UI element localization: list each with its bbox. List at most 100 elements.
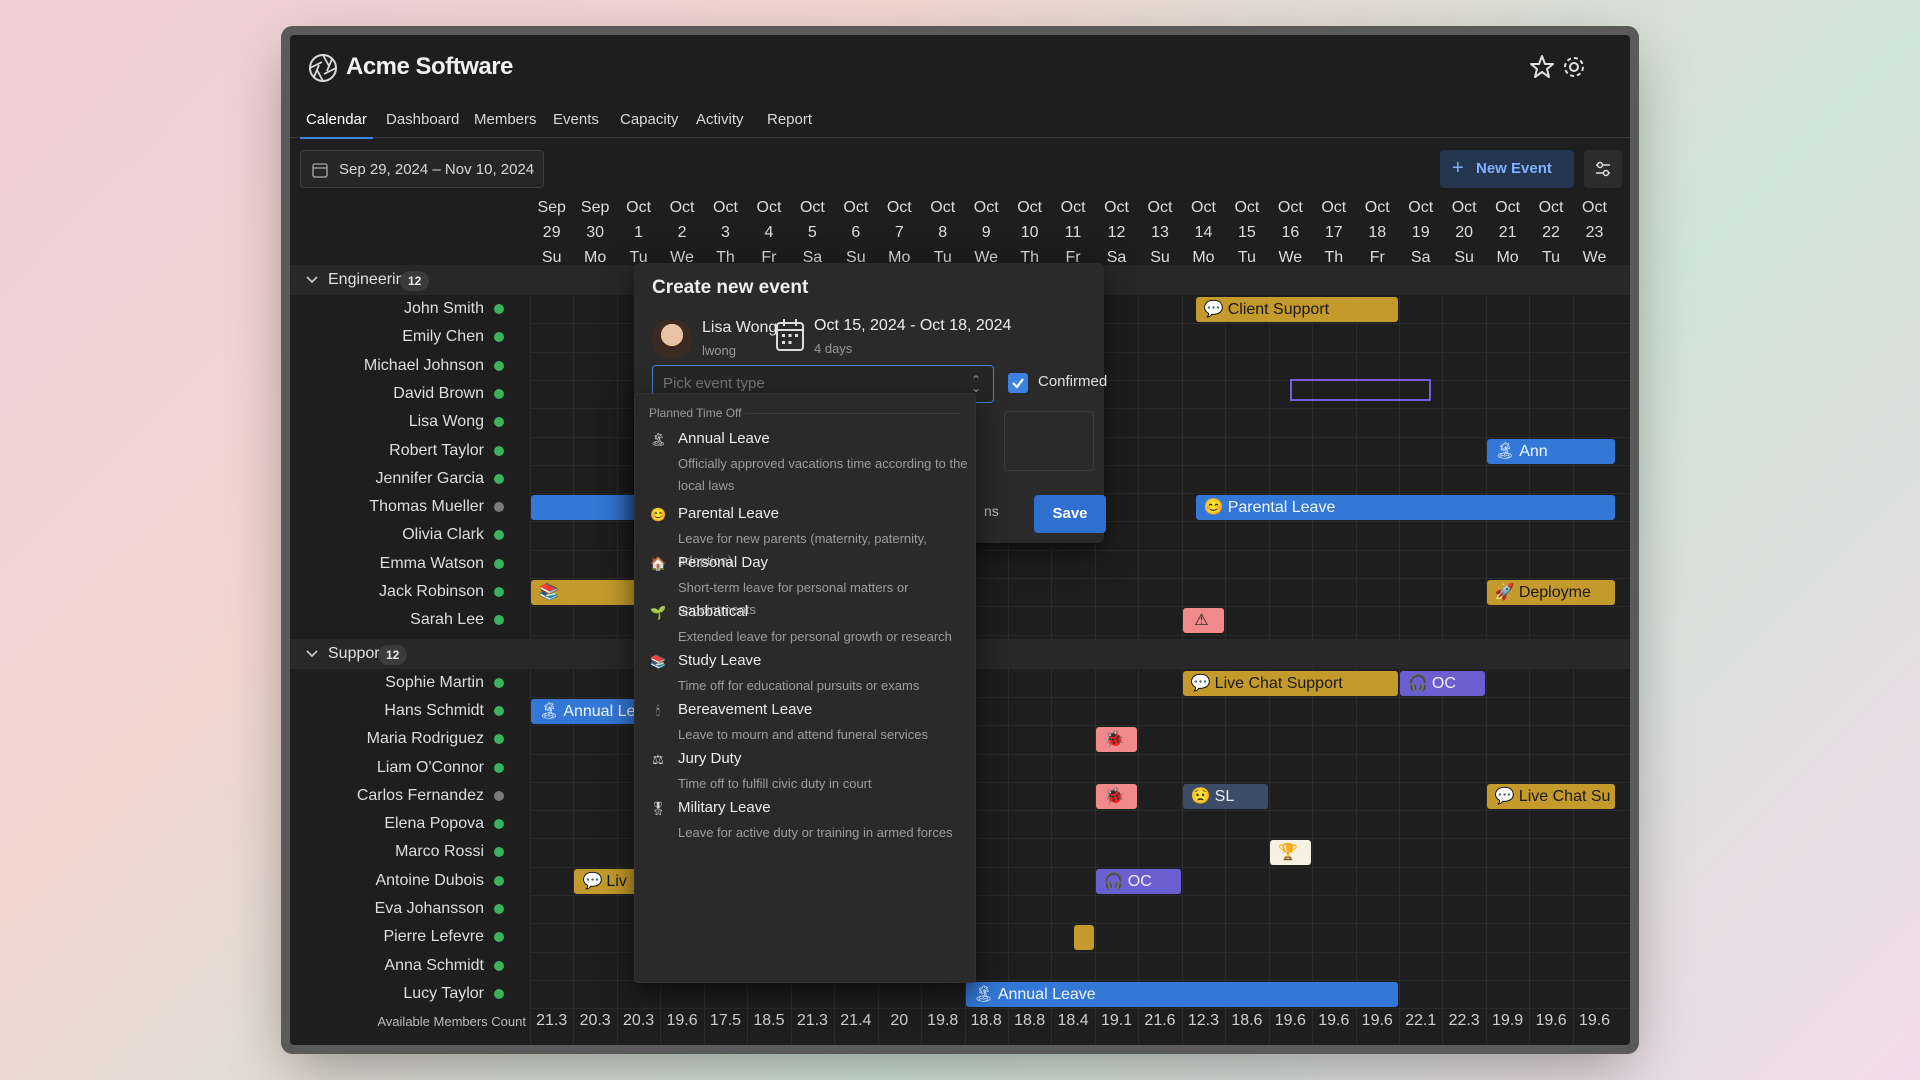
event-bar[interactable]: 🏝 Annual Leave: [965, 981, 1398, 1007]
member-row: Jennifer Garcia: [290, 465, 510, 493]
day-header-date: 13: [1151, 224, 1169, 241]
event-bar[interactable]: 🚀 Deployme: [1486, 580, 1616, 605]
option-study-leave[interactable]: 📚 Study Leave Time off for educational pur…: [635, 652, 975, 697]
option-annual-leave[interactable]: 🏝 Annual Leave Officially approved vacatio…: [635, 430, 975, 500]
option-icon: 🌱: [650, 605, 667, 620]
chevron-down-icon[interactable]: [305, 647, 319, 661]
event-bar[interactable]: 💬 Client Support: [1195, 297, 1398, 322]
member-row: Marco Rossi: [290, 838, 510, 866]
day-header-date: 11: [1064, 224, 1082, 241]
event-bar[interactable]: ⚠: [1182, 608, 1225, 634]
user-handle: lwong: [702, 343, 736, 358]
status-dot: [494, 875, 504, 886]
day-header: Oct 15 Tu: [1225, 195, 1268, 266]
option-military-leave[interactable]: 🎖 Military Leave Leave for active duty or …: [635, 799, 975, 844]
confirmed-checkbox[interactable]: [1008, 373, 1028, 393]
avatar: [652, 319, 692, 359]
event-bar[interactable]: [531, 495, 638, 521]
status-dot: [494, 819, 504, 830]
member-row: Eva Johansson: [290, 895, 510, 923]
save-button[interactable]: Save: [1034, 495, 1106, 533]
star-icon[interactable]: [1528, 53, 1556, 81]
status-dot: [494, 587, 504, 597]
option-jury-duty[interactable]: ⚖ Jury Duty Time off to fulfill civic duty…: [635, 750, 975, 795]
member-name: Olivia Clark: [402, 526, 484, 544]
option-title: Study Leave: [678, 652, 762, 669]
available-count-cell: 18.6: [1231, 1012, 1263, 1030]
tab-dashboard[interactable]: Dashboard: [386, 111, 459, 128]
day-header: Oct 7 Mo: [878, 195, 921, 266]
tab-activity[interactable]: Activity: [696, 111, 744, 128]
calendar-icon: [312, 163, 328, 178]
day-header-month: Oct: [1495, 199, 1521, 216]
option-personal-day[interactable]: 🏠 Personal Day Short-term leave for person…: [635, 554, 975, 617]
event-bar[interactable]: 🎧 OC: [1095, 868, 1181, 894]
available-count-cell: 19.1: [1100, 1012, 1133, 1030]
available-count-cell: 19.8: [927, 1012, 959, 1030]
event-bar[interactable]: 💬 Live Chat Su: [1486, 783, 1616, 809]
event-bar[interactable]: 🎧 OC: [1400, 670, 1485, 696]
option-sabbatical[interactable]: 🌱 Sabbatical Extended leave for personal g…: [635, 603, 975, 648]
day-header-date: 10: [1020, 224, 1039, 241]
member-row: Emily Chen: [290, 323, 510, 351]
day-header-date: 6: [851, 224, 861, 241]
member-row: Jack Robinson: [290, 578, 510, 606]
available-count-cell: 22.1: [1405, 1012, 1437, 1030]
member-row: Maria Rodriguez: [290, 725, 510, 753]
day-header-month: Oct: [1321, 199, 1347, 216]
option-title: Jury Duty: [678, 750, 742, 767]
event-bar[interactable]: 😊 Parental Leave: [1195, 495, 1616, 521]
new-event-button[interactable]: + New Event: [1440, 150, 1574, 188]
event-icon: 🚀: [1494, 584, 1515, 601]
available-count-cell: 18.8: [1014, 1012, 1046, 1030]
tab-members[interactable]: Members: [474, 111, 537, 128]
notes-field[interactable]: [1004, 411, 1094, 471]
status-dot: [494, 762, 504, 773]
chevron-down-icon[interactable]: [305, 273, 319, 287]
event-type-input[interactable]: [663, 375, 953, 392]
day-header-month: Oct: [930, 199, 956, 216]
event-bar[interactable]: 🐞: [1095, 783, 1138, 809]
day-header-date: 15: [1237, 224, 1256, 241]
day-header: Oct 10 Th: [1008, 195, 1051, 266]
event-bar[interactable]: 🐞: [1095, 727, 1138, 753]
event-label: Liv: [606, 872, 627, 890]
day-header: Oct 9 We: [965, 195, 1008, 266]
confirmed-label: Confirmed: [1038, 373, 1108, 390]
event-bar[interactable]: 💬 Liv: [574, 868, 638, 894]
day-header: Oct 6 Su: [834, 195, 877, 266]
tab-events[interactable]: Events: [553, 111, 599, 128]
tab-report[interactable]: Report: [767, 111, 812, 128]
tab-calendar[interactable]: Calendar: [300, 111, 373, 139]
date-range-picker[interactable]: Sep 29, 2024 – Nov 10, 2024: [300, 150, 544, 188]
event-bar[interactable]: 😟 SL: [1182, 783, 1268, 809]
event-bar[interactable]: 🏆: [1269, 840, 1312, 866]
day-header-date: 19: [1411, 224, 1430, 241]
option-bereavement-leave[interactable]: 🕯 Bereavement Leave Leave to mourn and att…: [635, 701, 975, 746]
day-header: Sep 30 Mo: [573, 195, 616, 266]
status-dot: [494, 904, 504, 914]
status-dot: [494, 988, 504, 999]
gear-icon[interactable]: [1560, 53, 1588, 81]
day-header: Oct 22 Tu: [1529, 195, 1572, 266]
option-parental-leave[interactable]: 😊 Parental Leave Leave for new parents (ma…: [635, 505, 975, 568]
event-bar[interactable]: 🏝 Ann: [1486, 438, 1616, 464]
day-header-date: 14: [1194, 224, 1213, 241]
available-count-cell: 20.3: [623, 1012, 655, 1030]
event-bar[interactable]: [1074, 925, 1094, 951]
event-label: Ann: [1519, 442, 1548, 460]
member-name: Marco Rossi: [395, 843, 484, 861]
member-name: John Smith: [403, 300, 484, 317]
event-bar[interactable]: 💬 Live Chat Support: [1182, 670, 1398, 696]
event-bar[interactable]: 🏝 Annual Le: [531, 698, 638, 724]
filter-button[interactable]: [1584, 150, 1622, 188]
partial-label: ns: [984, 503, 999, 519]
event-bar[interactable]: 📚: [531, 580, 638, 605]
status-dot: [494, 332, 504, 343]
day-header-month: Oct: [886, 199, 912, 216]
day-header: Oct 3 Th: [704, 195, 747, 266]
member-name: Jack Robinson: [379, 583, 484, 600]
day-header-date: 5: [807, 224, 817, 241]
date-range-label: Sep 29, 2024 – Nov 10, 2024: [339, 161, 535, 178]
tab-capacity[interactable]: Capacity: [620, 111, 678, 128]
